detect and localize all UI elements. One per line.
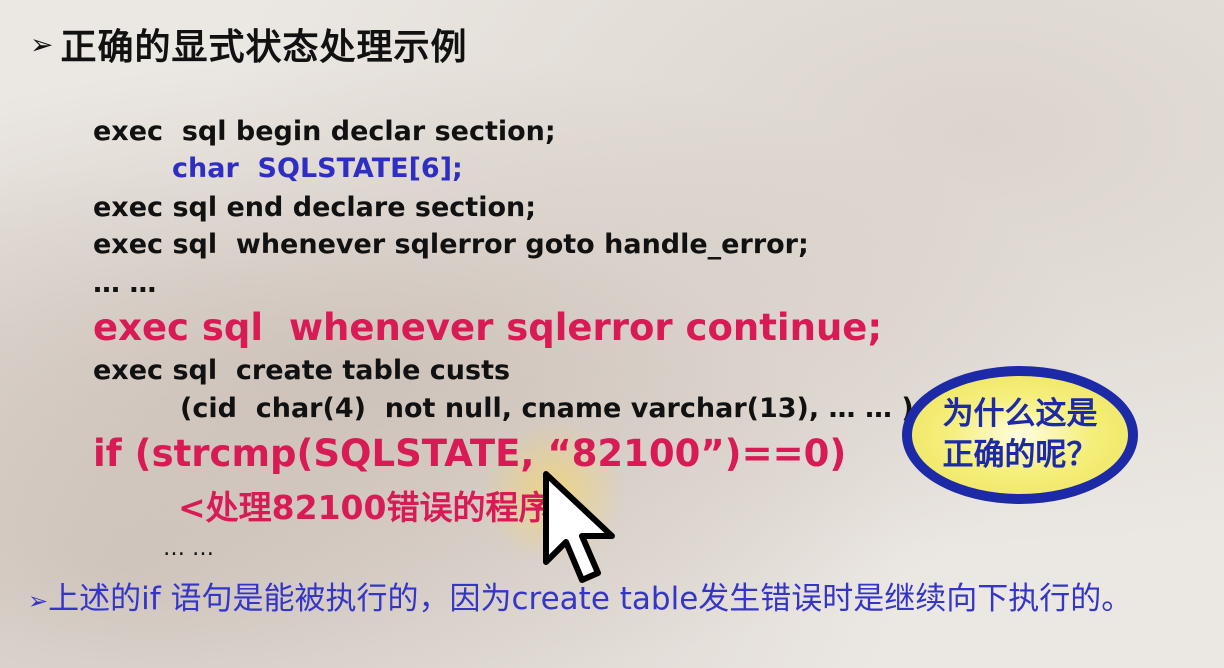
code-line-6: exec sql whenever sqlerror continue; <box>93 306 883 349</box>
note-text: 上述的if 语句是能被执行的，因为create table发生错误时是继续向下执… <box>48 581 1133 617</box>
code-line-8: (cid char(4) not null, cname varchar(13)… <box>180 393 925 424</box>
code-line-10: <处理82100错误的程序> <box>178 488 580 527</box>
question-bubble: 为什么这是 正确的呢？ <box>902 366 1138 504</box>
note-arrow-icon: ➢ <box>28 587 49 615</box>
slide-title: ➢ 正确的显式状态处理示例 <box>30 18 467 70</box>
code-line-1: exec sql begin declar section; <box>93 116 556 147</box>
code-line-2: char SQLSTATE[6]; <box>172 153 463 184</box>
code-line-11: … … <box>163 536 214 561</box>
slide-title-text: 正确的显式状态处理示例 <box>60 27 468 68</box>
code-line-7: exec sql create table custs <box>93 355 511 386</box>
bubble-line-2: 正确的呢？ <box>942 437 1098 473</box>
explanation-note: ➢上述的if 语句是能被执行的，因为create table发生错误时是继续向下… <box>28 577 1208 623</box>
code-line-3: exec sql end declare section; <box>93 192 537 223</box>
mouse-pointer-icon <box>543 471 615 583</box>
code-line-5: … … <box>93 268 157 299</box>
bubble-line-1: 为什么这是 <box>942 396 1098 432</box>
code-line-4: exec sql whenever sqlerror goto handle_e… <box>93 229 809 260</box>
bullet-arrow-icon: ➢ <box>30 27 55 61</box>
code-line-9: if (strcmp(SQLSTATE, “82100”)==0) <box>93 432 847 475</box>
